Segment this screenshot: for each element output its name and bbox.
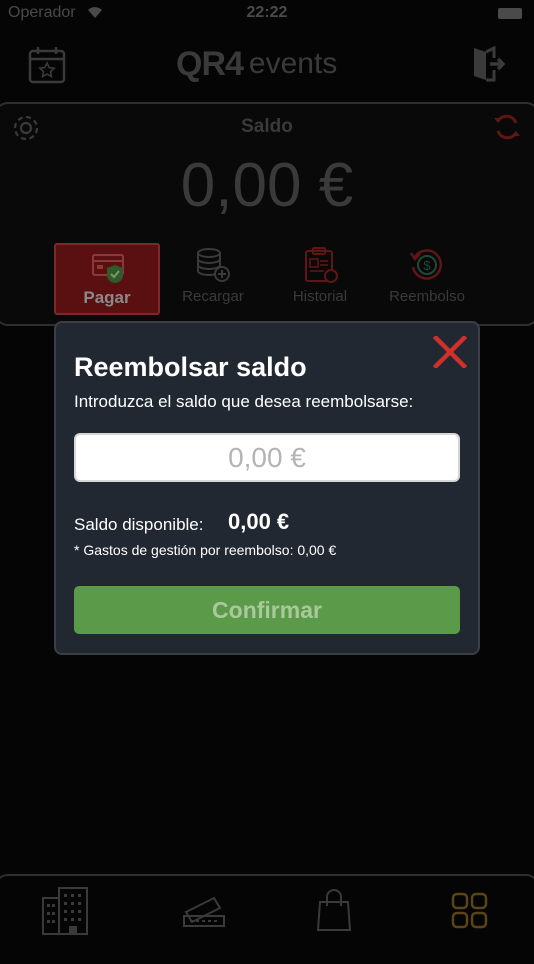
logo-qr4: QR4 (176, 44, 244, 83)
app-logo: QR4 events (176, 44, 338, 83)
grid-icon[interactable] (445, 886, 493, 936)
fee-note: * Gastos de gestión por reembolso: 0,00 … (74, 542, 337, 558)
tab-label: Reembolso (389, 288, 465, 305)
ticket-icon[interactable] (180, 886, 228, 936)
available-balance-label: Saldo disponible: (74, 515, 204, 534)
app-header: QR4 events (0, 28, 534, 102)
pay-card-icon (92, 254, 124, 283)
tab-reembolso[interactable]: $ Reembolso (374, 243, 480, 315)
tab-historial[interactable]: Historial (267, 243, 373, 315)
tab-label: Historial (292, 288, 348, 305)
logo-events: events (248, 47, 338, 80)
balance-amount: 0,00 € (180, 151, 354, 220)
buildings-icon[interactable] (41, 886, 89, 936)
tab-label: Recargar (182, 288, 244, 305)
battery-icon (498, 8, 522, 19)
close-icon[interactable] (433, 336, 467, 368)
modal-title: Reembolsar saldo (74, 352, 307, 382)
balance-label: Saldo (241, 116, 293, 137)
refund-amount-input[interactable] (74, 433, 460, 482)
coins-add-icon (197, 248, 230, 282)
tab-pagar[interactable]: Pagar (54, 243, 160, 315)
available-balance-value: 0,00 € (228, 509, 290, 534)
svg-text:$: $ (423, 258, 431, 273)
shopping-bag-icon[interactable] (310, 886, 358, 936)
tab-label: Pagar (83, 288, 131, 307)
calendar-icon[interactable] (28, 46, 66, 84)
tab-recargar[interactable]: Recargar (160, 243, 266, 315)
confirm-button[interactable]: Confirmar (74, 586, 460, 634)
modal-subtitle: Introduzca el saldo que desea reembolsar… (74, 392, 414, 411)
status-time: 22:22 (246, 4, 288, 21)
history-icon (305, 247, 338, 283)
refund-icon: $ (409, 249, 442, 280)
refresh-icon[interactable] (492, 112, 522, 142)
logout-icon[interactable] (472, 46, 506, 82)
status-bar: Operador 22:22 (0, 0, 534, 28)
